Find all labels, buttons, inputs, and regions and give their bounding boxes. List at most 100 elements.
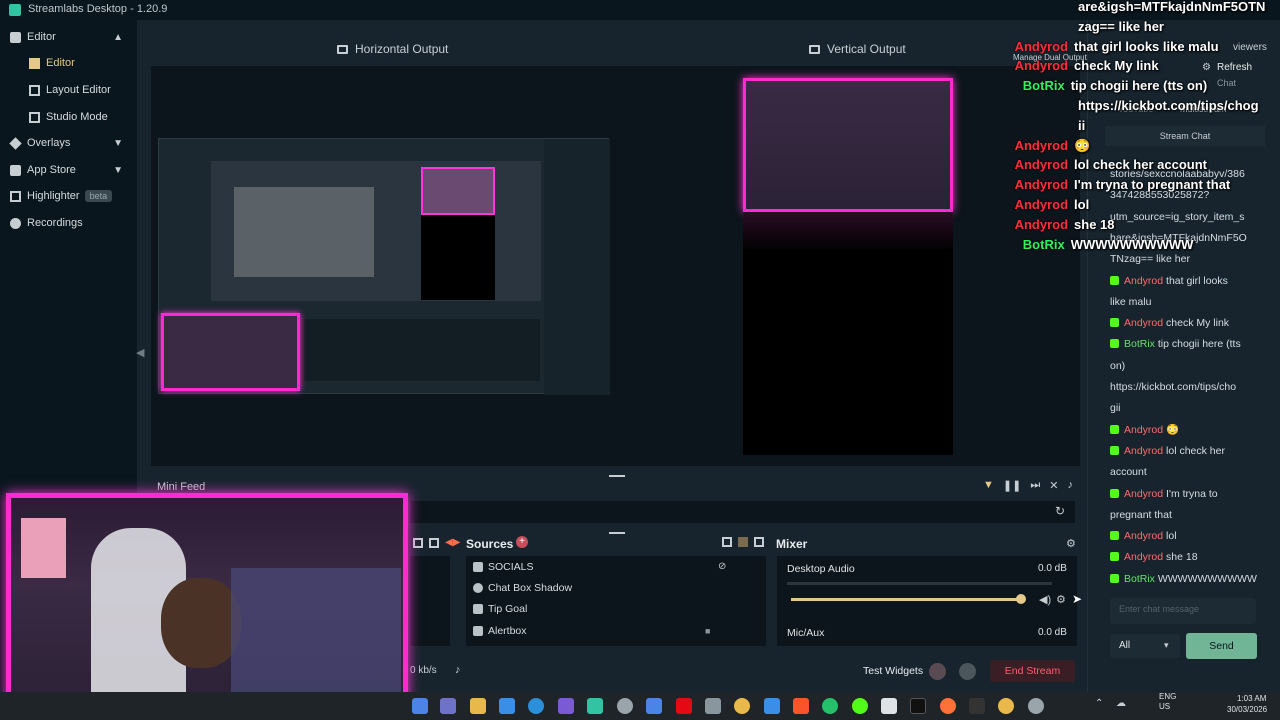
chat-username[interactable]: Andyrod [1124, 530, 1166, 542]
taskbar-app-icon[interactable] [822, 698, 838, 714]
netflix-icon[interactable] [676, 698, 692, 714]
add-source-icon[interactable]: + [516, 536, 528, 548]
folder-icon[interactable] [413, 537, 423, 548]
chrome-icon[interactable] [734, 698, 750, 714]
cloud-icon[interactable]: ☁ [1116, 698, 1126, 709]
tiktok-icon[interactable] [910, 698, 926, 714]
language-code: ENG [1159, 692, 1177, 701]
record-button-icon[interactable] [929, 663, 946, 680]
taskbar-app-icon[interactable] [852, 698, 868, 714]
speaker-icon[interactable]: ◀) [1039, 593, 1051, 606]
drag-handle-2[interactable] [609, 532, 625, 534]
taskbar-app-icon[interactable] [705, 698, 721, 714]
chat-label: Chat [1217, 78, 1237, 88]
volume-slider-thumb[interactable] [1016, 594, 1026, 604]
taskbar-app-icon[interactable] [617, 698, 633, 714]
pause-icon[interactable]: ❚❚ [1003, 479, 1021, 492]
taskbar-app-icon[interactable] [558, 698, 574, 714]
mute-alerts-icon[interactable]: ✕ [1049, 479, 1058, 492]
language-indicator[interactable]: ENG US [1159, 692, 1176, 712]
chat-message-text: on) [1110, 359, 1126, 372]
chat-username[interactable]: Andyrod [1124, 488, 1166, 500]
chat-username[interactable]: Andyrod [1124, 424, 1166, 436]
skip-icon[interactable]: ⏭ [1030, 479, 1040, 492]
overlay-chat-line: Andyrod check My link [1015, 57, 1159, 75]
overlay-chat-text: lol [1074, 197, 1090, 212]
taskbar-app-icon[interactable] [646, 698, 662, 714]
lock-icon[interactable]: ■ [705, 626, 710, 636]
vertical-output-preview[interactable] [743, 78, 953, 455]
collapse-left-icon[interactable]: ◀ [136, 346, 144, 359]
gear-icon[interactable]: ⚙ [1056, 593, 1066, 606]
copy-icon[interactable] [722, 537, 732, 547]
chat-username[interactable]: BotRix [1124, 338, 1158, 350]
chat-username[interactable]: BotRix [1124, 573, 1158, 585]
chat-username[interactable]: Andyrod [1124, 275, 1166, 287]
gear-icon[interactable]: ⚙ [1202, 62, 1211, 73]
gear-icon[interactable]: ⚙ [1066, 537, 1076, 550]
chat-username[interactable]: Andyrod [1124, 445, 1166, 457]
taskbar-app-icon[interactable] [764, 698, 780, 714]
sidebar-item-label: Editor [27, 31, 56, 43]
hidden-eye-icon[interactable]: ⊘ [718, 561, 726, 572]
selective-recording-icon[interactable]: ◀▶ [445, 537, 460, 548]
refresh-chat-button[interactable]: Refresh [1217, 62, 1252, 73]
taskbar-app-icon[interactable] [499, 698, 515, 714]
edge-icon[interactable] [528, 698, 544, 714]
sidebar-item-highlighter[interactable]: Highlighter beta [0, 183, 137, 209]
streamlabs-taskbar-icon[interactable] [587, 698, 603, 714]
source-item[interactable]: Tip Goal [473, 603, 527, 615]
nested-vertical-black [421, 215, 495, 300]
sidebar-item-layout-editor[interactable]: Layout Editor [0, 77, 137, 103]
chevron-down-icon: ▾ [1164, 640, 1169, 650]
tray-chevron-icon[interactable]: ⌃ [1095, 698, 1103, 709]
test-widgets-button[interactable]: Test Widgets [863, 665, 923, 677]
chat-message-text: that girl looks [1166, 274, 1228, 287]
sidebar-item-overlays[interactable]: Overlays ▼ [0, 130, 137, 156]
volume-icon[interactable]: ♪ [1067, 479, 1073, 492]
chat-username[interactable]: Andyrod [1124, 551, 1166, 563]
copy-icon[interactable] [429, 537, 439, 548]
taskbar-app-icon[interactable] [969, 698, 985, 714]
chat-message-line: utm_source=ig_story_item_s [1110, 207, 1260, 228]
sidebar-item-app-store[interactable]: App Store ▼ [0, 157, 137, 183]
source-item[interactable]: Chat Box Shadow [473, 582, 572, 594]
sidebar-item-label: Layout Editor [46, 84, 111, 96]
drag-handle[interactable] [609, 475, 625, 477]
overlay-chat-line: zag== like her [1078, 18, 1164, 36]
bell-icon[interactable]: ♪ [455, 664, 461, 676]
replay-buffer-icon[interactable] [959, 663, 976, 680]
sidebar-item-editor[interactable]: Editor ▲ [0, 24, 137, 50]
end-stream-button[interactable]: End Stream [990, 660, 1075, 682]
sidebar-item-studio-mode[interactable]: Studio Mode [0, 104, 137, 130]
mixer-icon[interactable] [738, 537, 748, 547]
send-button[interactable]: Send [1186, 633, 1257, 659]
volume-slider-track[interactable] [791, 598, 1021, 601]
source-item[interactable]: Alertbox [473, 625, 527, 637]
overlay-chat-username: Andyrod [1014, 58, 1069, 74]
widget-icon [473, 604, 483, 614]
taskbar-app-icon[interactable] [440, 698, 456, 714]
kick-icon [1110, 445, 1119, 455]
chat-username[interactable]: Andyrod [1124, 317, 1166, 329]
chat-message-text: pregnant that [1110, 508, 1172, 521]
mini-feed-list [410, 501, 1075, 523]
brave-icon[interactable] [793, 698, 809, 714]
filter-icon[interactable]: ▼ [983, 479, 994, 492]
sidebar-item-label: Overlays [27, 137, 71, 149]
firefox-icon[interactable] [940, 698, 956, 714]
sidebar-item-editor-sub[interactable]: Editor [0, 50, 137, 76]
settings-icon[interactable] [1028, 698, 1044, 714]
file-icon[interactable] [881, 698, 897, 714]
chat-filter-select[interactable]: All ▾ [1110, 634, 1180, 658]
taskbar-app-icon[interactable] [412, 698, 428, 714]
folder-icon[interactable] [470, 698, 486, 714]
overlay-chat-username: Andyrod [1014, 137, 1069, 153]
folder-icon[interactable] [754, 537, 764, 547]
chevron-up-icon: ▲ [113, 31, 123, 43]
sidebar-item-recordings[interactable]: Recordings [0, 210, 137, 236]
chrome-icon[interactable] [998, 698, 1014, 714]
source-item[interactable]: SOCIALS [473, 561, 534, 573]
chat-input[interactable]: Enter chat message [1110, 598, 1256, 624]
refresh-icon[interactable]: ↻ [1055, 504, 1065, 518]
